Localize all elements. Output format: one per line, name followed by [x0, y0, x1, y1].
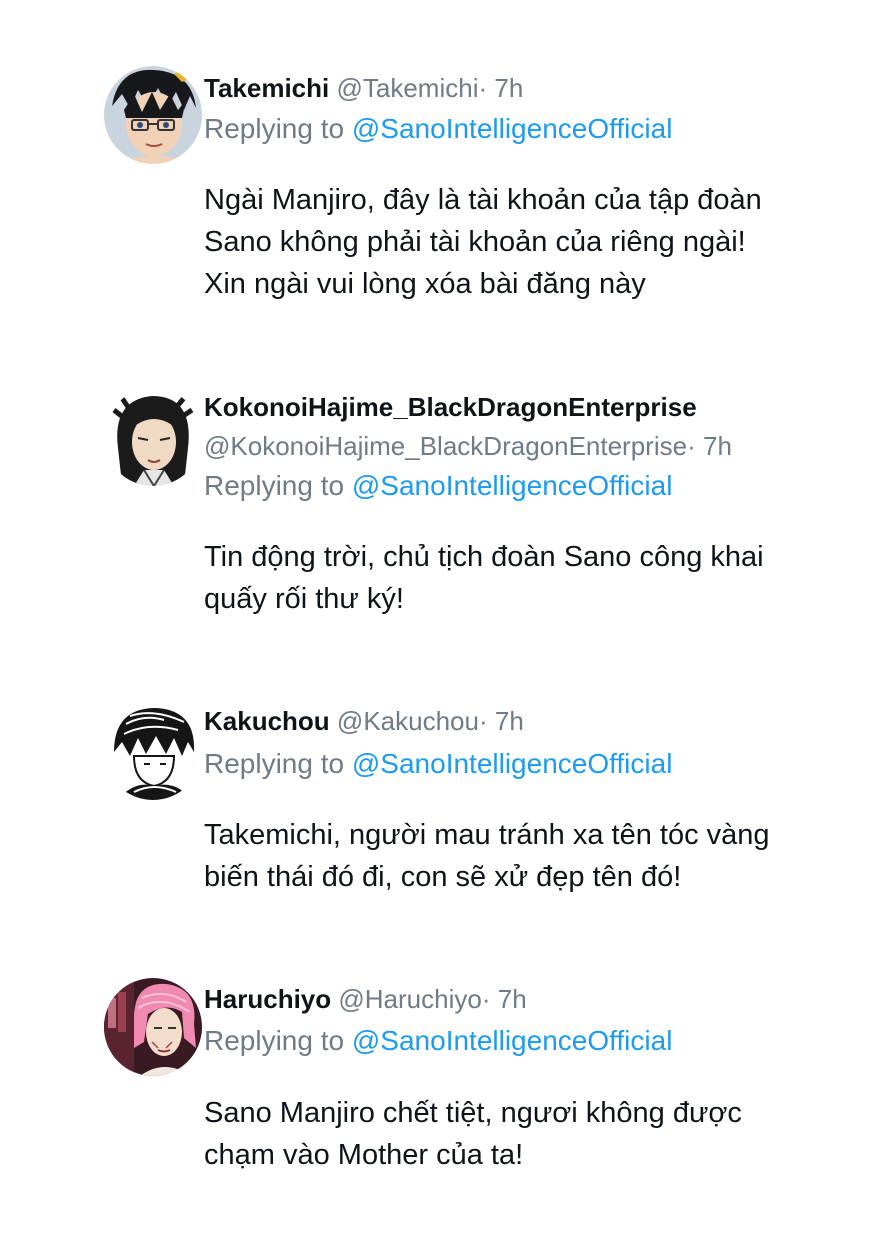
display-name[interactable]: Takemichi: [204, 73, 329, 103]
user-handle[interactable]: @Kakuchou: [337, 706, 479, 736]
replying-to-label: Replying to: [204, 113, 345, 144]
reply-handle-row: @KokonoiHajime_BlackDragonEnterprise· 7h: [204, 429, 732, 463]
separator-dot: ·: [478, 73, 488, 103]
replying-to: Replying to @SanoIntelligenceOfficial: [204, 468, 672, 504]
kakuchou-avatar-image: [104, 702, 202, 800]
kokonoi-avatar-image: [104, 388, 202, 486]
avatar[interactable]: [104, 66, 202, 164]
timestamp[interactable]: 7h: [495, 706, 524, 736]
reply-text: Sano Manjiro chết tiệt, ngươi không được…: [204, 1092, 854, 1176]
reply-takemichi[interactable]: Takemichi @Takemichi· 7h Replying to @Sa…: [0, 0, 874, 340]
text-line: Xin ngài vui lòng xóa bài đăng này: [204, 268, 646, 300]
reply-text: Takemichi, người mau tránh xa tên tóc và…: [204, 814, 854, 898]
timestamp[interactable]: 7h: [498, 984, 527, 1014]
mention-link[interactable]: @SanoIntelligenceOfficial: [352, 113, 673, 144]
text-line: biến thái đó đi, con sẽ xử đẹp tên đó!: [204, 861, 682, 893]
separator-dot: ·: [687, 431, 696, 461]
text-line: Sano không phải tài khoản của riêng ngài…: [204, 226, 746, 258]
user-handle[interactable]: @Haruchiyo: [338, 984, 481, 1014]
replying-to-label: Replying to: [204, 748, 345, 779]
display-name[interactable]: Haruchiyo: [204, 984, 331, 1014]
avatar[interactable]: [104, 978, 202, 1076]
separator-dot: ·: [481, 984, 491, 1014]
reply-text: Tin động trời, chủ tịch đoàn Sano công k…: [204, 536, 854, 620]
avatar[interactable]: [104, 702, 202, 800]
reply-header: Kakuchou @Kakuchou· 7h: [204, 704, 524, 738]
haruchiyo-avatar-image: [104, 978, 202, 1076]
text-line: Sano Manjiro chết tiệt, ngươi không được: [204, 1097, 742, 1129]
avatar[interactable]: [104, 388, 202, 486]
replying-to: Replying to @SanoIntelligenceOfficial: [204, 746, 672, 782]
takemichi-avatar-image: [104, 66, 202, 164]
display-name[interactable]: Kakuchou: [204, 706, 330, 736]
replying-to-label: Replying to: [204, 470, 345, 501]
reply-header: Haruchiyo @Haruchiyo· 7h: [204, 982, 527, 1016]
replying-to-label: Replying to: [204, 1025, 345, 1056]
user-handle[interactable]: @Takemichi: [336, 73, 478, 103]
replying-to: Replying to @SanoIntelligenceOfficial: [204, 1023, 672, 1059]
mention-link[interactable]: @SanoIntelligenceOfficial: [352, 748, 673, 779]
user-handle[interactable]: @KokonoiHajime_BlackDragonEnterprise: [204, 431, 687, 461]
mention-link[interactable]: @SanoIntelligenceOfficial: [352, 1025, 673, 1056]
reply-text: Ngài Manjiro, đây là tài khoản của tập đ…: [204, 179, 854, 305]
replying-to: Replying to @SanoIntelligenceOfficial: [204, 111, 672, 147]
separator-dot: ·: [478, 706, 488, 736]
mention-link[interactable]: @SanoIntelligenceOfficial: [352, 470, 673, 501]
text-line: Ngài Manjiro, đây là tài khoản của tập đ…: [204, 184, 762, 216]
text-line: quấy rối thư ký!: [204, 583, 404, 615]
text-line: chạm vào Mother của ta!: [204, 1139, 524, 1171]
reply-header: Takemichi @Takemichi· 7h: [204, 71, 523, 105]
reply-header: KokonoiHajime_BlackDragonEnterprise: [204, 390, 697, 424]
timestamp[interactable]: 7h: [494, 73, 523, 103]
display-name[interactable]: KokonoiHajime_BlackDragonEnterprise: [204, 392, 697, 422]
timestamp[interactable]: 7h: [703, 431, 732, 461]
text-line: Tin động trời, chủ tịch đoàn Sano công k…: [204, 541, 764, 573]
text-line: Takemichi, người mau tránh xa tên tóc và…: [204, 819, 770, 851]
